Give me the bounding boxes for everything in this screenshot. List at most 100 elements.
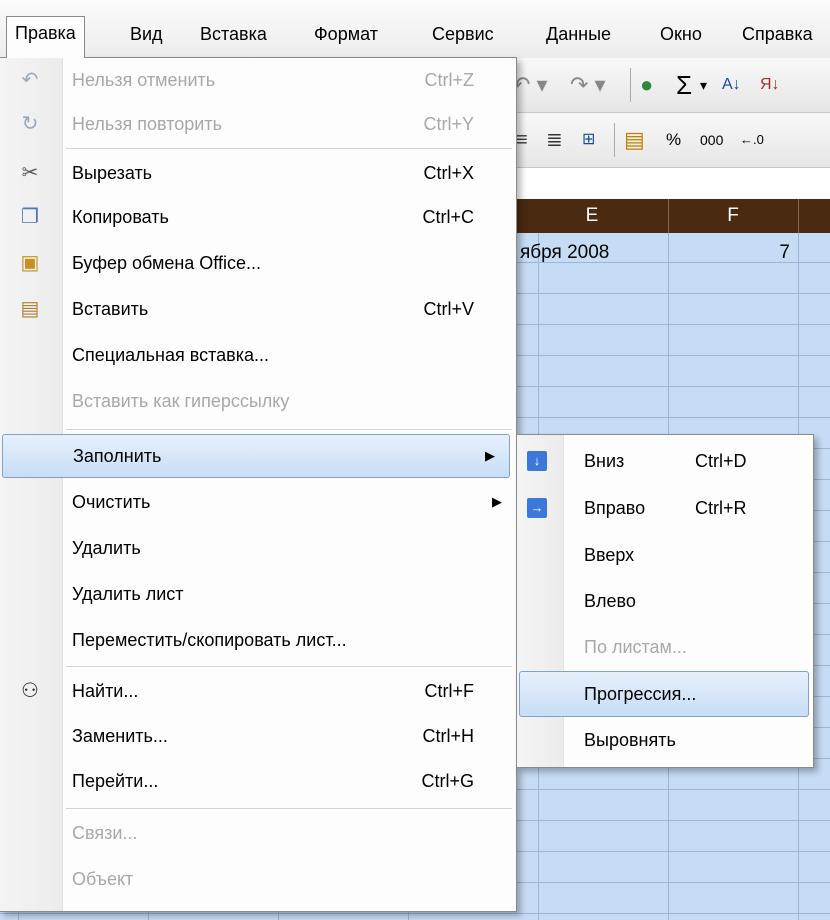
autosum-dropdown-icon[interactable]: ▾: [700, 58, 707, 112]
fill-submenu: ↓ Вниз Ctrl+D → Вправо Ctrl+R Вверх Влев…: [516, 434, 814, 768]
scissors-icon: ✂: [21, 162, 39, 184]
cell-f1[interactable]: 7: [650, 242, 790, 264]
increase-decimal-icon[interactable]: ←.0: [740, 113, 764, 167]
align-center-icon[interactable]: ≡: [516, 113, 528, 167]
menu-item-label: Вставить: [72, 299, 149, 319]
menu-item-undo[interactable]: ↶ Нельзя отменить Ctrl+Z: [0, 58, 516, 102]
menu-item-label: Вырезать: [72, 163, 153, 183]
hyperlink-globe-icon[interactable]: ●: [640, 58, 653, 112]
menu-item-label: Удалить лист: [72, 584, 184, 604]
sort-descending-icon[interactable]: Я↓: [760, 58, 780, 112]
toolbar-separator: [614, 123, 615, 157]
menu-item-object[interactable]: Объект: [0, 857, 516, 901]
menu-item-cut[interactable]: ✂ Вырезать Ctrl+X: [0, 151, 516, 195]
menu-separator: [66, 808, 512, 809]
clipboard-office-icon: ▣: [20, 252, 40, 274]
menu-item-copy[interactable]: ❐ Копировать Ctrl+C: [0, 195, 516, 239]
menu-tools[interactable]: Сервис: [424, 18, 502, 52]
menu-item-paste-hyperlink[interactable]: Вставить как гиперссылку: [0, 379, 516, 423]
menu-item-shortcut: Ctrl+R: [695, 498, 747, 518]
menu-item-label: Найти...: [72, 681, 139, 701]
column-header-f[interactable]: F: [668, 199, 799, 233]
menu-item-label: Нельзя отменить: [72, 70, 216, 90]
column-header-e[interactable]: E: [516, 199, 669, 233]
submenu-item-fill-up[interactable]: Вверх: [517, 532, 813, 578]
menu-item-label: По листам...: [584, 637, 687, 657]
menu-item-label: Очистить: [72, 492, 151, 512]
menu-view[interactable]: Вид: [122, 18, 171, 52]
menu-item-links[interactable]: Связи...: [0, 811, 516, 855]
fill-right-icon: →: [527, 498, 547, 518]
menu-item-shortcut: Ctrl+V: [423, 299, 474, 319]
menu-item-shortcut: Ctrl+Y: [423, 114, 474, 134]
menu-item-move-copy-sheet[interactable]: Переместить/скопировать лист...: [0, 618, 516, 662]
fill-down-icon: ↓: [527, 451, 547, 471]
submenu-item-across-sheets[interactable]: По листам...: [517, 624, 813, 670]
autosum-icon[interactable]: Σ: [676, 58, 692, 112]
sort-ascending-icon[interactable]: A↓: [722, 58, 741, 112]
menu-item-label: Вправо: [584, 498, 646, 518]
submenu-item-fill-right[interactable]: → Вправо Ctrl+R: [517, 485, 813, 531]
menu-item-delete-sheet[interactable]: Удалить лист: [0, 572, 516, 616]
menu-item-shortcut: Ctrl+C: [422, 207, 474, 227]
undo-icon: ↶: [21, 69, 39, 91]
submenu-arrow-icon: ▶: [485, 448, 495, 463]
menu-item-shortcut: Ctrl+H: [422, 726, 474, 746]
menu-item-shortcut: Ctrl+Z: [424, 70, 475, 90]
menu-item-label: Заполнить: [73, 446, 162, 466]
menu-bar: Правка Вид Вставка Формат Сервис Данные …: [0, 0, 830, 59]
paste-icon: ▤: [20, 298, 40, 320]
menu-item-label: Вверх: [584, 545, 635, 565]
binoculars-icon: ⚇: [21, 680, 39, 702]
submenu-item-justify[interactable]: Выровнять: [517, 717, 813, 763]
menu-item-label: Вставить как гиперссылку: [72, 391, 290, 411]
submenu-item-fill-down[interactable]: ↓ Вниз Ctrl+D: [517, 438, 813, 484]
menu-separator: [66, 148, 512, 149]
menu-item-paste-special[interactable]: Специальная вставка...: [0, 333, 516, 377]
menu-item-clear[interactable]: Очистить ▶: [0, 480, 516, 524]
menu-item-delete[interactable]: Удалить: [0, 526, 516, 570]
menu-item-shortcut: Ctrl+G: [421, 771, 474, 791]
menu-item-label: Нельзя повторить: [72, 114, 222, 134]
menu-item-label: Перейти...: [72, 771, 159, 791]
menu-window[interactable]: Окно: [652, 18, 710, 52]
copy-icon: ❐: [21, 206, 39, 228]
menu-edit[interactable]: Правка: [6, 16, 85, 58]
menu-item-label: Выровнять: [584, 730, 676, 750]
align-right-icon[interactable]: ≣: [546, 113, 563, 167]
toolbar-separator: [630, 68, 631, 102]
menu-item-label: Вниз: [584, 451, 625, 471]
percent-icon[interactable]: %: [666, 113, 681, 167]
submenu-arrow-icon: ▶: [492, 494, 502, 509]
menu-item-fill[interactable]: Заполнить ▶: [0, 434, 516, 478]
menu-item-label: Копировать: [72, 207, 169, 227]
menu-item-replace[interactable]: Заменить... Ctrl+H: [0, 714, 516, 758]
menu-data[interactable]: Данные: [538, 18, 619, 52]
menu-item-shortcut: Ctrl+X: [423, 163, 474, 183]
menu-item-label: Прогрессия...: [584, 684, 697, 704]
menu-item-label: Заменить...: [72, 726, 168, 746]
menu-item-find[interactable]: ⚇ Найти... Ctrl+F: [0, 669, 516, 713]
menu-item-label: Буфер обмена Office...: [72, 253, 261, 273]
menu-item-redo[interactable]: ↻ Нельзя повторить Ctrl+Y: [0, 102, 516, 146]
menu-format[interactable]: Формат: [306, 18, 386, 52]
menu-item-goto[interactable]: Перейти... Ctrl+G: [0, 759, 516, 803]
submenu-item-series[interactable]: Прогрессия...: [517, 671, 813, 717]
submenu-item-fill-left[interactable]: Влево: [517, 578, 813, 624]
menu-item-label: Удалить: [72, 538, 141, 558]
redo-dropdown-icon[interactable]: ↷ ▾: [570, 58, 606, 112]
edit-menu: ↶ Нельзя отменить Ctrl+Z ↻ Нельзя повтор…: [0, 57, 517, 912]
menu-item-label: Объект: [72, 869, 134, 889]
cell-e1[interactable]: ября 2008: [520, 242, 609, 264]
menu-item-label: Специальная вставка...: [72, 345, 269, 365]
menu-separator: [66, 666, 512, 667]
menu-separator: [66, 429, 512, 430]
menu-insert[interactable]: Вставка: [192, 18, 275, 52]
thousands-separator-icon[interactable]: 000: [700, 113, 723, 167]
currency-icon[interactable]: ▤: [624, 113, 645, 167]
undo-dropdown-icon[interactable]: ↶ ▾: [512, 58, 548, 112]
menu-help[interactable]: Справка: [734, 18, 821, 52]
menu-item-paste[interactable]: ▤ Вставить Ctrl+V: [0, 287, 516, 331]
merge-center-icon[interactable]: ⊞: [582, 113, 595, 167]
menu-item-office-clipboard[interactable]: ▣ Буфер обмена Office...: [0, 241, 516, 285]
